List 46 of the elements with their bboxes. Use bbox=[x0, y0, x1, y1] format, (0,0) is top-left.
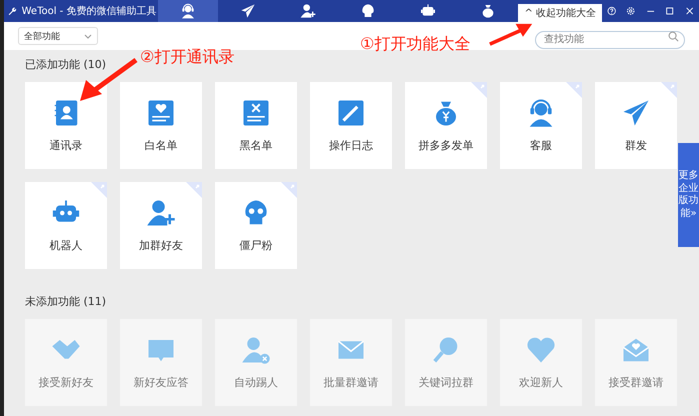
heart-list-icon bbox=[146, 98, 176, 128]
chevron-down-icon bbox=[84, 34, 92, 38]
section-heading: 已添加功能 (10) bbox=[25, 57, 108, 73]
wrench-icon bbox=[8, 6, 17, 16]
money-bag-icon bbox=[480, 3, 496, 19]
search-icon bbox=[668, 31, 679, 42]
close-icon[interactable] bbox=[684, 5, 694, 17]
feature-card[interactable]: 拼多多发单 bbox=[405, 82, 487, 169]
feature-card[interactable]: 批量群邀请 bbox=[310, 319, 392, 406]
feature-card[interactable]: 黑名单 bbox=[215, 82, 297, 169]
section-heading: 未添加功能 (11) bbox=[25, 294, 108, 310]
pencil-note-icon bbox=[336, 98, 366, 128]
paper-plane-icon bbox=[621, 98, 651, 128]
feature-card[interactable]: 操作日志 bbox=[310, 82, 392, 169]
maximize-icon[interactable] bbox=[665, 5, 675, 17]
annotation-text: ①打开功能大全 bbox=[360, 34, 470, 55]
feature-card[interactable]: 通讯录 bbox=[25, 82, 107, 169]
paper-plane-icon bbox=[240, 3, 256, 19]
heart-icon bbox=[526, 335, 556, 365]
feature-card[interactable]: 关键词拉群 bbox=[405, 319, 487, 406]
annotation-text: ②打开通讯录 bbox=[140, 47, 234, 68]
feature-card[interactable]: 新好友应答 bbox=[120, 319, 202, 406]
help-icon[interactable] bbox=[607, 5, 616, 17]
window-title: WeTool - 免费的微信辅助工具 bbox=[22, 4, 156, 18]
enterprise-features-tab[interactable]: 更多企业版功能» bbox=[678, 143, 699, 247]
add-person-icon bbox=[146, 198, 176, 228]
feature-card[interactable]: 加群好友 bbox=[120, 182, 202, 269]
search-field[interactable]: 查找功能 bbox=[535, 30, 685, 48]
feature-card[interactable]: 群发 bbox=[595, 82, 677, 169]
x-list-icon bbox=[241, 98, 271, 128]
feature-card[interactable]: 欢迎新人 bbox=[500, 319, 582, 406]
collapse-tab[interactable]: ^ 收起功能大全 bbox=[518, 4, 602, 22]
nav-tab[interactable] bbox=[158, 0, 218, 22]
feature-card[interactable]: 自动踢人 bbox=[215, 319, 297, 406]
feature-card[interactable]: 客服 bbox=[500, 82, 582, 169]
feature-card[interactable]: 白名单 bbox=[120, 82, 202, 169]
filter-dropdown[interactable]: 全部功能 bbox=[18, 27, 98, 45]
annotation-arrow bbox=[78, 58, 138, 103]
headset-person-icon bbox=[180, 3, 196, 19]
feature-card[interactable]: 接受群邀请 bbox=[595, 319, 677, 406]
remove-person-icon bbox=[241, 335, 271, 365]
add-person-icon bbox=[300, 3, 316, 19]
feature-card[interactable]: 僵尸粉 bbox=[215, 182, 297, 269]
feature-card[interactable]: 接受新好友 bbox=[25, 319, 107, 406]
feature-card[interactable]: 机器人 bbox=[25, 182, 107, 269]
settings-icon[interactable] bbox=[626, 5, 636, 17]
